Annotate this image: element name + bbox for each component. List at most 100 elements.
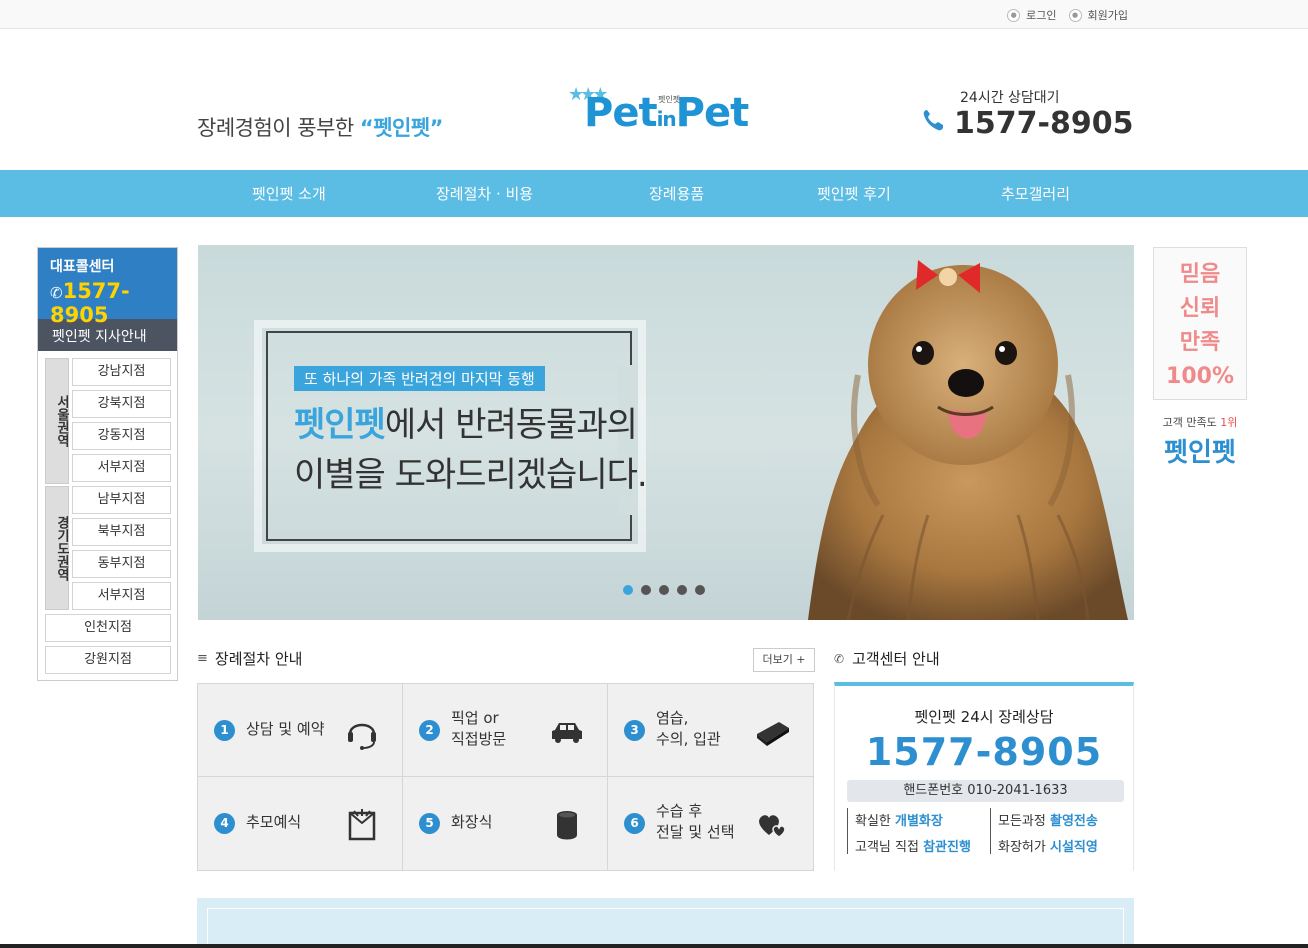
step-label: 상담 및 예약 (246, 720, 325, 738)
user-icon: ● (1068, 8, 1082, 22)
feature-item: 고객님 직접 참관진행 (855, 836, 971, 855)
slider-pagination (623, 585, 705, 595)
header-slogan: 장례경험이 풍부한 “펫인펫” (197, 112, 444, 142)
phone-icon (922, 108, 944, 139)
bottom-banner-inner (207, 908, 1124, 948)
trust-line-4: 100% (1166, 364, 1234, 389)
trust-box: 믿음 신뢰 만족 100% (1153, 247, 1247, 400)
branch-seoul-west[interactable]: 서부지점 (72, 454, 171, 482)
step-number: 5 (419, 813, 440, 834)
step-number: 3 (624, 720, 645, 741)
feature-item: 모든과정 촬영전송 (998, 810, 1098, 829)
step-label: 수습 후 전달 및 선택 (656, 802, 735, 841)
call-center-title: 대표콜센터 (50, 259, 115, 275)
branch-incheon[interactable]: 인천지점 (45, 614, 171, 642)
headset-icon (348, 723, 376, 750)
call-center-box[interactable]: 대표콜센터 ✆1577-8905 (38, 248, 177, 327)
divider (990, 808, 991, 854)
mobile-number: 핸드폰번호 010-2041-1633 (847, 780, 1124, 802)
step-number: 4 (214, 813, 235, 834)
lock-icon: ● (1007, 8, 1021, 22)
branch-east[interactable]: 동부지점 (72, 550, 171, 578)
feature-prefix: 확실한 (855, 814, 896, 829)
feature-highlight: 시설직영 (1049, 840, 1098, 855)
slide-headline-2: 이별을 도와드리겠습니다. (294, 455, 648, 495)
signup-link[interactable]: 회원가입 (1088, 7, 1128, 23)
phone-icon: ✆ (50, 284, 63, 302)
step-label: 추모예식 (246, 813, 302, 831)
step-6[interactable]: 6 수습 후 전달 및 선택 (608, 777, 813, 870)
region-gyeonggi-label: 경기도권역 (45, 486, 69, 610)
nav-memorial-gallery[interactable]: 추모갤러리 (1001, 183, 1070, 204)
procedure-title-text: 장례절차 안내 (214, 650, 303, 668)
slider-dot-4[interactable] (677, 585, 687, 595)
top-utility-bar: ● 로그인 ● 회원가입 (0, 0, 1308, 29)
consult-number[interactable]: 1577-8905 (835, 730, 1133, 774)
slider-dot-1[interactable] (623, 585, 633, 595)
step-2[interactable]: 2 픽업 or 직접방문 (403, 684, 608, 777)
branch-gyeonggi-west[interactable]: 서부지점 (72, 582, 171, 610)
branch-north[interactable]: 북부지점 (72, 518, 171, 546)
region-seoul-label: 서울권역 (45, 358, 69, 484)
nav-procedure-cost[interactable]: 장례절차 · 비용 (436, 183, 533, 204)
trust-line-3: 만족 (1179, 330, 1221, 355)
header-hotline[interactable]: 1577-8905 (922, 106, 1133, 141)
branch-gangnam[interactable]: 강남지점 (72, 358, 171, 386)
hearts-icon (759, 815, 786, 838)
menu-icon: ≡ (197, 651, 208, 666)
region-gyeonggi-text: 경기도권역 (54, 515, 69, 581)
feature-highlight: 촬영전송 (1049, 814, 1098, 829)
feature-item: 화장허가 시설직영 (998, 836, 1098, 855)
more-button[interactable]: 더보기 + (753, 648, 815, 672)
procedure-steps: 1 상담 및 예약 2 픽업 or 직접방문 3 염습, 수의, 입관 4 추모… (197, 683, 814, 871)
branch-gangwon[interactable]: 강원지점 (45, 646, 171, 674)
nav-reviews[interactable]: 펫인펫 후기 (817, 183, 891, 204)
feature-prefix: 모든과정 (998, 814, 1050, 829)
branch-gangbuk[interactable]: 강북지점 (72, 390, 171, 418)
site-logo[interactable]: ★★★ 펫인펫 PetinPet (568, 84, 768, 142)
slogan-brand: “펫인펫” (359, 116, 444, 140)
logo-word-1: Pet (584, 90, 658, 136)
step-3[interactable]: 3 염습, 수의, 입관 (608, 684, 813, 777)
page-bottom-edge (0, 944, 1308, 948)
step-1[interactable]: 1 상담 및 예약 (198, 684, 403, 777)
nav-supplies[interactable]: 장례용품 (649, 183, 704, 204)
slider-dot-2[interactable] (641, 585, 651, 595)
consult-label: 펫인펫 24시 장례상담 (914, 708, 1054, 726)
car-icon (552, 723, 582, 743)
step-5[interactable]: 5 화장식 (403, 777, 608, 870)
memorial-frame-icon (348, 809, 376, 841)
nav-about[interactable]: 펫인펫 소개 (252, 183, 326, 204)
rank-value: 1위 (1220, 416, 1238, 429)
feature-highlight: 참관진행 (923, 840, 971, 855)
slider-dot-5[interactable] (695, 585, 705, 595)
feature-highlight: 개별화장 (895, 814, 943, 829)
feature-prefix: 화장허가 (998, 840, 1050, 855)
slide-headline-brand: 펫인펫 (294, 405, 386, 445)
step-4[interactable]: 4 추모예식 (198, 777, 403, 870)
slide-headline-1: 펫인펫에서 반려동물과의 (294, 397, 638, 446)
customer-center-title-text: 고객센터 안내 (852, 650, 940, 668)
logo-word-2: Pet (675, 90, 750, 136)
feature-item: 확실한 개별화장 (855, 810, 943, 829)
logo-wordmark: PetinPet (584, 90, 750, 136)
satisfaction-banner[interactable]: 믿음 신뢰 만족 100% 고객 만족도 1위 펫인펫 (1153, 247, 1247, 477)
step-label: 염습, 수의, 입관 (656, 709, 721, 748)
banner-brand: 펫인펫 (1164, 438, 1236, 468)
bottom-banner (197, 898, 1134, 948)
customer-center-title: ✆ 고객센터 안내 (834, 648, 940, 669)
branch-south[interactable]: 남부지점 (72, 486, 171, 514)
branch-gangdong[interactable]: 강동지점 (72, 422, 171, 450)
procedure-section-title: ≡ 장례절차 안내 (197, 648, 302, 669)
step-number: 2 (419, 720, 440, 741)
urn-icon (557, 811, 577, 840)
step-label: 화장식 (451, 813, 493, 831)
region-seoul-text: 서울권역 (54, 395, 69, 447)
hero-slider[interactable]: 또 하나의 가족 반려견의 마지막 동행 펫인펫에서 반려동물과의 이별을 도와… (198, 245, 1134, 620)
login-link[interactable]: 로그인 (1026, 7, 1056, 23)
hotline-label: 24시간 상담대기 (960, 90, 1060, 106)
account-links: ● 로그인 ● 회원가입 (1007, 7, 1134, 23)
slide-tagline: 또 하나의 가족 반려견의 마지막 동행 (294, 366, 545, 391)
slider-dot-3[interactable] (659, 585, 669, 595)
step-number: 6 (624, 813, 645, 834)
